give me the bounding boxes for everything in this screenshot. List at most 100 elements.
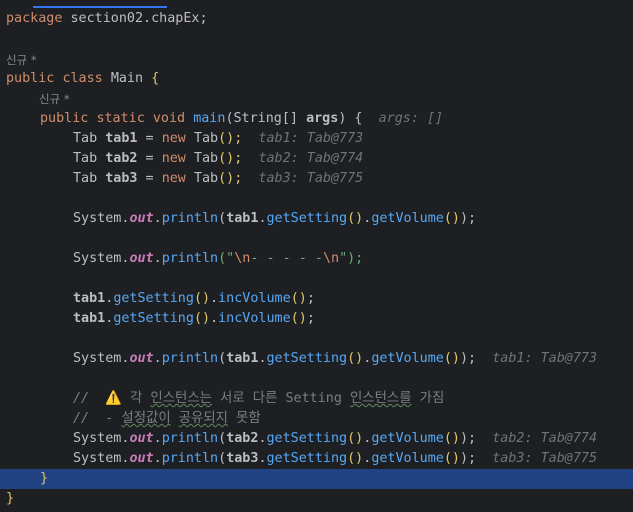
comment-text: - — [105, 411, 122, 426]
code-line-incvolume-2[interactable]: tab1.getSetting().incVolume(); — [0, 309, 633, 329]
println-method: println — [161, 451, 219, 466]
escape-newline: \n — [234, 251, 251, 266]
println-method: println — [161, 211, 219, 226]
comment-text-typo: 인스턴스는 — [150, 391, 212, 406]
system-class: System. — [73, 211, 130, 226]
comment-prefix: // — [73, 411, 90, 426]
comment-text — [171, 411, 179, 426]
println-method: println — [161, 431, 219, 446]
code-line-println-tab2[interactable]: System.out.println(tab2.getSetting().get… — [0, 429, 633, 449]
comment-prefix: // — [73, 391, 90, 406]
code-line-tab1-decl[interactable]: Tab tab1 = new Tab(); tab1: Tab@773 — [0, 129, 633, 149]
println-method: println — [161, 251, 219, 266]
string-close: "); — [339, 251, 364, 266]
getsetting-method: getSetting — [113, 291, 194, 306]
getsetting-method: getSetting — [266, 211, 348, 226]
code-line-comment-2[interactable]: // - 설정값이 공유되지 못함 — [0, 409, 633, 429]
static-keyword: static — [96, 111, 145, 126]
constructor-name: Tab — [193, 151, 219, 166]
class-open-brace: { — [151, 71, 160, 86]
string-literal: - - - - - — [250, 251, 323, 266]
inline-debug-hint: tab1: Tab@773 — [258, 131, 364, 146]
new-keyword: new — [161, 131, 186, 146]
comment-text: 가짐 — [411, 391, 445, 406]
comment-text: 서로 다른 Setting — [212, 391, 350, 406]
assign-op: = — [137, 131, 162, 146]
type-name: Tab — [73, 131, 98, 146]
public-keyword: public — [40, 111, 89, 126]
inline-debug-hint: tab3: Tab@775 — [492, 451, 598, 466]
code-line-class-close[interactable]: } — [0, 489, 633, 509]
class-keyword: class — [62, 71, 103, 86]
variable-name: tab1 — [73, 311, 106, 326]
void-keyword: void — [152, 111, 186, 126]
active-tab-indicator — [33, 6, 167, 8]
code-line-package[interactable]: package section02.chapEx; — [0, 9, 633, 29]
out-field: out — [129, 251, 154, 266]
comment-text-typo: 설정값이 — [121, 411, 171, 426]
string-open: (" — [218, 251, 235, 266]
out-field: out — [129, 211, 154, 226]
inline-debug-hint: tab3: Tab@775 — [258, 171, 364, 186]
code-line-println-volume-2[interactable]: System.out.println(tab1.getSetting().get… — [0, 349, 633, 369]
code-line-println-tab3[interactable]: System.out.println(tab3.getSetting().get… — [0, 449, 633, 469]
variable-name: tab2 — [105, 151, 138, 166]
getsetting-method: getSetting — [266, 431, 348, 446]
call-tail: (); — [218, 171, 243, 186]
incvolume-method: incVolume — [218, 291, 291, 306]
variable-name: tab1 — [105, 131, 138, 146]
type-name: Tab — [73, 171, 98, 186]
author-hint-method[interactable]: 신규 * — [0, 89, 633, 109]
code-line-class-decl[interactable]: public class Main { — [0, 69, 633, 89]
new-keyword: new — [161, 171, 186, 186]
public-keyword: public — [6, 71, 55, 86]
out-field: out — [129, 351, 154, 366]
assign-op: = — [137, 151, 162, 166]
code-line-println-separator[interactable]: System.out.println("\n- - - - -\n"); — [0, 249, 633, 269]
method-close-brace: } — [40, 471, 49, 486]
variable-name: tab1 — [73, 291, 106, 306]
main-method-name: main — [193, 111, 226, 126]
variable-name: tab3 — [105, 171, 138, 186]
inline-debug-hint: tab1: Tab@773 — [492, 351, 598, 366]
assign-op: = — [137, 171, 162, 186]
incvolume-method: incVolume — [218, 311, 291, 326]
code-line-main-signature[interactable]: public static void main(String[] args) {… — [0, 109, 633, 129]
escape-newline: \n — [322, 251, 340, 266]
code-line-method-close-current[interactable]: } — [0, 469, 633, 489]
inline-debug-hint: args: [] — [378, 111, 444, 126]
code-line-tab3-decl[interactable]: Tab tab3 = new Tab(); tab3: Tab@775 — [0, 169, 633, 189]
param-name: args — [306, 111, 339, 126]
warning-icon: ⚠️ — [105, 391, 122, 406]
comment-text: 못함 — [228, 411, 261, 426]
call-tail: (); — [218, 131, 243, 146]
constructor-name: Tab — [193, 171, 219, 186]
out-field: out — [129, 431, 154, 446]
package-keyword: package — [6, 11, 63, 26]
variable-name: tab1 — [226, 351, 259, 366]
author-hint-label: 신규 * — [6, 53, 37, 67]
code-line-comment-1[interactable]: // ⚠️ 각 인스턴스는 서로 다른 Setting 인스턴스를 가짐 — [0, 389, 633, 409]
call-tail: (); — [218, 151, 243, 166]
out-field: out — [129, 451, 154, 466]
inline-debug-hint: tab2: Tab@774 — [258, 151, 364, 166]
type-name: Tab — [73, 151, 98, 166]
getvolume-method: getVolume — [371, 431, 444, 446]
variable-name: tab2 — [226, 431, 259, 446]
system-class: System. — [73, 251, 130, 266]
author-hint-class[interactable]: 신규 * — [0, 50, 633, 70]
comment-text-typo: 공유되지 — [178, 411, 228, 426]
method-open-brace: ) { — [338, 111, 363, 126]
println-method: println — [161, 351, 219, 366]
code-line-incvolume-1[interactable]: tab1.getSetting().incVolume(); — [0, 289, 633, 309]
variable-name: tab3 — [226, 451, 259, 466]
code-line-println-volume-1[interactable]: System.out.println(tab1.getSetting().get… — [0, 209, 633, 229]
code-line-tab2-decl[interactable]: Tab tab2 = new Tab(); tab2: Tab@774 — [0, 149, 633, 169]
getvolume-method: getVolume — [371, 451, 444, 466]
class-name: Main — [110, 71, 144, 86]
getsetting-method: getSetting — [266, 351, 348, 366]
new-keyword: new — [161, 151, 186, 166]
getvolume-method: getVolume — [371, 351, 444, 366]
constructor-name: Tab — [193, 131, 219, 146]
param-type: (String[] — [225, 111, 298, 126]
